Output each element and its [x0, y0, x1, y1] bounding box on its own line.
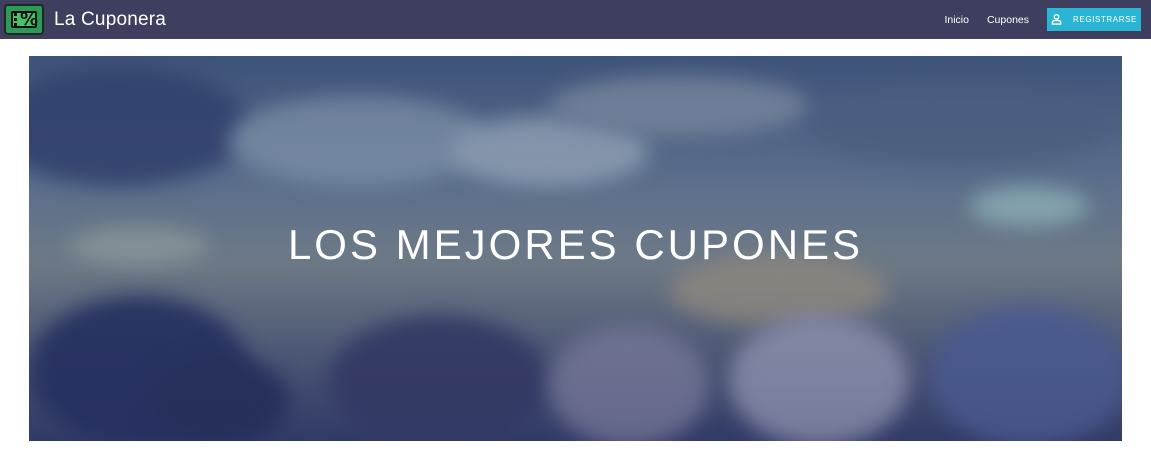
register-button[interactable]: REGISTRARSE [1047, 8, 1141, 31]
register-label: REGISTRARSE [1073, 15, 1137, 24]
nav-links: Inicio Cupones REGISTRARSE [926, 8, 1141, 31]
brand-name: La Cuponera [54, 8, 167, 30]
coupon-percent-icon: % [4, 4, 44, 35]
navbar: % La Cuponera Inicio Cupones REGISTRARSE [0, 0, 1151, 39]
hero-title: LOS MEJORES CUPONES [287, 221, 864, 268]
nav-link-inicio[interactable]: Inicio [944, 14, 969, 26]
brand[interactable]: % La Cuponera [4, 4, 166, 35]
nav-link-cupones[interactable]: Cupones [987, 14, 1029, 26]
hero-banner: LOS MEJORES CUPONES [29, 56, 1122, 441]
user-icon [1051, 14, 1062, 25]
